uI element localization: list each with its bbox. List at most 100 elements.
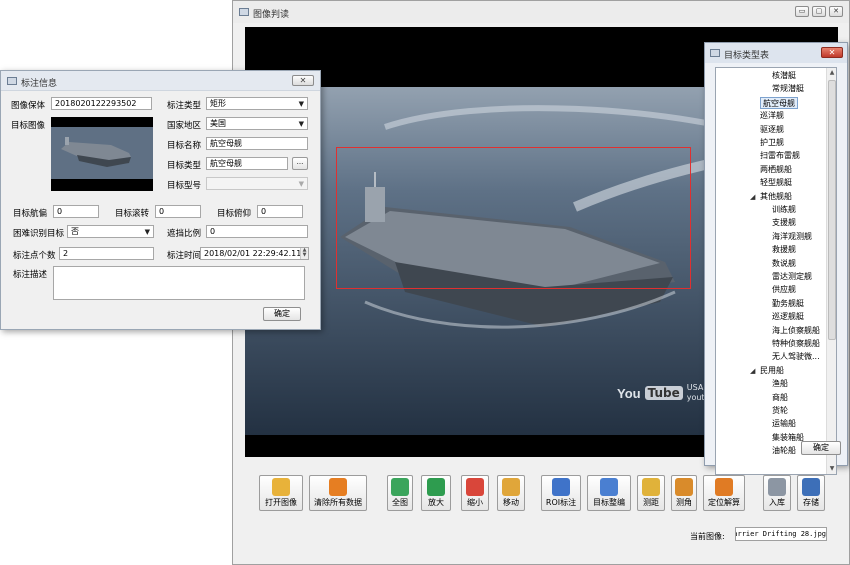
database-icon (768, 478, 786, 496)
tree-item[interactable]: 商船 (772, 392, 788, 404)
full-view-button[interactable]: 全图 (387, 475, 413, 511)
zoom-in-label: 放大 (428, 498, 444, 507)
point-count-field[interactable]: 2 (59, 247, 154, 260)
annotation-dialog-close-button[interactable]: ✕ (292, 75, 314, 86)
occlusion-label: 遮挡比例 (167, 229, 202, 239)
maximize-button[interactable]: ▢ (812, 6, 826, 17)
save-button[interactable]: 存储 (797, 475, 825, 511)
target-name-label: 目标名称 (167, 141, 202, 151)
tree-item[interactable]: 勤务舰艇 (772, 298, 804, 310)
annotation-type-select[interactable]: 矩形 ▼ (206, 97, 308, 110)
current-image-field: Carrier Drifting 28.jpg (735, 527, 827, 541)
tree-item[interactable]: 海洋观测舰 (772, 231, 812, 243)
heading-field[interactable]: 0 (53, 205, 99, 218)
tree-item[interactable]: 训练舰 (772, 204, 796, 216)
target-edit-label: 目标整编 (593, 498, 625, 507)
tree-item[interactable]: 其他舰船 (760, 191, 792, 203)
target-model-select[interactable]: ▼ (206, 177, 308, 190)
tree-item[interactable]: 核潜艇 (772, 70, 796, 82)
target-type-field[interactable]: 航空母舰 (206, 157, 288, 170)
minimize-button[interactable]: ▭ (795, 6, 809, 17)
annotation-dialog: 标注信息 ✕ 图像保体 2018020122293502 标注类型 矩形 ▼ 目… (0, 70, 321, 330)
hard-identify-select[interactable]: 否 ▼ (67, 225, 154, 238)
target-type-window: 目标类型表 ✕ 核潜艇 常规潜艇 航空母舰 巡洋舰 驱逐舰 护卫舰 扫雷布雷舰 两栖舰船 轻型舰… (704, 42, 848, 475)
target-image-thumbnail (51, 117, 153, 191)
open-image-button[interactable]: 打开图像 (259, 475, 303, 511)
chevron-down-icon: ▼ (144, 228, 150, 236)
measure-distance-button[interactable]: 测距 (637, 475, 665, 511)
target-edit-button[interactable]: 目标整编 (587, 475, 631, 511)
annotation-time-field[interactable]: 2018/02/01 22:29:42.117 ▲ ▼ (200, 247, 309, 260)
scroll-up-icon[interactable]: ▲ (827, 68, 836, 78)
annotation-ok-button[interactable]: 确定 (263, 307, 301, 321)
tree-item[interactable]: 数说舰 (772, 258, 796, 270)
zoom-out-button[interactable]: 缩小 (461, 475, 489, 511)
tree-item[interactable]: 集装箱船 (772, 432, 804, 444)
tree-item[interactable]: 巡洋舰 (760, 110, 784, 122)
main-window-title: 图像判读 (253, 10, 290, 20)
tree-item[interactable]: 民用船 (760, 365, 784, 377)
tree-item[interactable]: 巡逻舰艇 (772, 311, 804, 323)
tree-item[interactable]: 特种侦察舰船 (772, 338, 820, 350)
store-db-button[interactable]: 入库 (763, 475, 791, 511)
tree-item[interactable]: 油轮船 (772, 445, 796, 457)
tree-item[interactable]: 常规潜艇 (772, 83, 804, 95)
roi-box[interactable] (336, 147, 691, 289)
pitch-field[interactable]: 0 (257, 205, 303, 218)
tree-expand-icon[interactable]: ◢ (750, 193, 755, 201)
roll-label: 目标滚转 (115, 209, 150, 219)
tree-item[interactable]: 无人驾驶微... (772, 351, 820, 363)
tree-item[interactable]: 雷达测定舰 (772, 271, 812, 283)
tree-item[interactable]: 支援舰 (772, 217, 796, 229)
annotation-dialog-title: 标注信息 (21, 79, 58, 89)
tree-item[interactable]: 供应舰 (772, 284, 796, 296)
country-label: 国家地区 (167, 121, 202, 131)
scroll-thumb[interactable] (828, 80, 836, 340)
clear-data-icon (329, 478, 347, 496)
target-type-tree[interactable]: 核潜艇 常规潜艇 航空母舰 巡洋舰驱逐舰 护卫舰 扫雷布雷舰两栖舰船 轻型舰艇 ◢ 其他舰船 训练… (715, 67, 837, 475)
tree-item[interactable]: 护卫舰 (760, 137, 784, 149)
scroll-down-icon[interactable]: ▼ (827, 464, 836, 474)
target-type-ok-button[interactable]: 确定 (801, 441, 841, 455)
edit-target-icon (600, 478, 618, 496)
tree-item[interactable]: 驱逐舰 (760, 124, 784, 136)
country-select[interactable]: 美国 ▼ (206, 117, 308, 130)
hard-identify-value: 否 (71, 227, 79, 236)
tree-item[interactable]: 两栖舰船 (760, 164, 792, 176)
tree-item[interactable]: 救援舰 (772, 244, 796, 256)
fit-screen-icon (391, 478, 409, 496)
protractor-icon (675, 478, 693, 496)
main-close-button[interactable]: ✕ (829, 6, 843, 17)
move-button[interactable]: 移动 (497, 475, 525, 511)
toolbar: 打开图像 清除所有数据 全图 放大 缩小 移动 ROI标注 目标整编 测距 测角 定位解算 入库 存储 (257, 475, 847, 511)
occlusion-field[interactable]: 0 (206, 225, 308, 238)
target-name-field[interactable]: 航空母舰 (206, 137, 308, 150)
zoom-in-button[interactable]: 放大 (421, 475, 451, 511)
dialog-icon (7, 77, 17, 85)
roll-field[interactable]: 0 (155, 205, 201, 218)
roi-icon (552, 478, 570, 496)
browse-type-button[interactable]: ... (292, 157, 308, 170)
spin-arrows-icon[interactable]: ▲ ▼ (300, 248, 308, 259)
image-source-field[interactable]: 2018020122293502 (51, 97, 152, 110)
roi-annotate-button[interactable]: ROI标注 (541, 475, 581, 511)
clear-all-data-button[interactable]: 清除所有数据 (309, 475, 367, 511)
tree-scrollbar[interactable]: ▲ ▼ (826, 68, 836, 474)
tree-item[interactable]: 渔船 (772, 378, 788, 390)
tree-item[interactable]: 扫雷布雷舰 (760, 150, 800, 162)
ruler-icon (642, 478, 660, 496)
tree-item[interactable]: 轻型舰艇 (760, 177, 792, 189)
tree-expand-icon[interactable]: ◢ (750, 367, 755, 375)
annotation-time-label: 标注时间 (167, 251, 202, 261)
floppy-icon (802, 478, 820, 496)
tree-item[interactable]: 航空母舰 (760, 96, 798, 109)
locate-solve-button[interactable]: 定位解算 (703, 475, 745, 511)
save-label: 存储 (803, 498, 819, 507)
measure-angle-button[interactable]: 测角 (671, 475, 697, 511)
target-type-close-button[interactable]: ✕ (821, 47, 843, 58)
description-textarea[interactable] (53, 266, 305, 300)
tree-item[interactable]: 货轮 (772, 405, 788, 417)
tree-item[interactable]: 海上侦察舰船 (772, 325, 820, 337)
tree-item[interactable]: 运输船 (772, 418, 796, 430)
chevron-down-icon: ▼ (298, 100, 304, 108)
